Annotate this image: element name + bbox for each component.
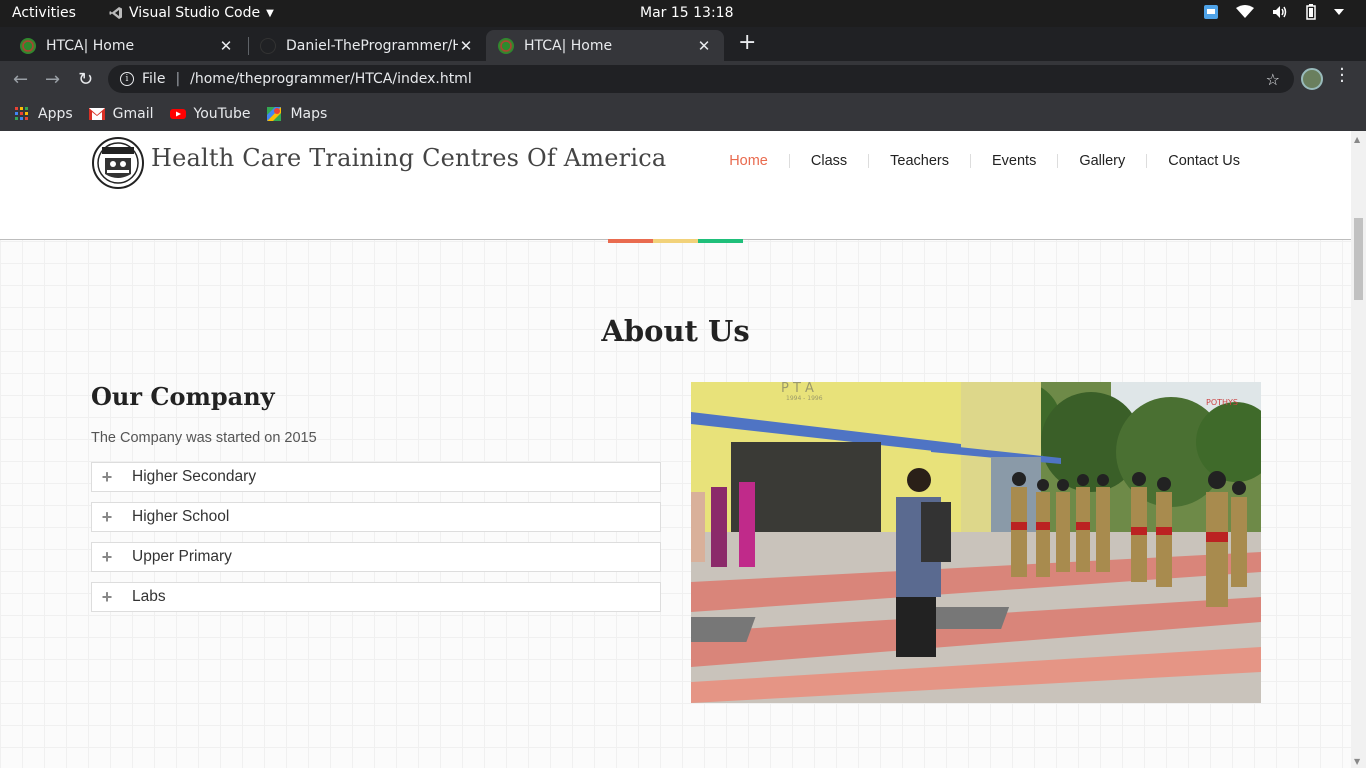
chevron-down-icon <box>1334 9 1344 15</box>
reload-icon[interactable]: ↻ <box>78 69 93 90</box>
tab-htca-home-active[interactable]: HTCA| Home ✕ <box>486 30 724 61</box>
nav-gallery[interactable]: Gallery <box>1057 154 1146 168</box>
activities-button[interactable]: Activities <box>12 5 76 21</box>
nav-contact-us[interactable]: Contact Us <box>1146 154 1261 168</box>
photo-sign-years: 1994 - 1996 <box>786 395 823 402</box>
company-text: The Company was started on 2015 <box>91 430 317 446</box>
omnibox-divider: | <box>175 71 181 87</box>
nav-events[interactable]: Events <box>969 154 1057 168</box>
info-icon[interactable]: i <box>120 72 134 86</box>
bookmark-label: Gmail <box>112 106 154 122</box>
bookmark-maps[interactable]: Maps <box>266 106 327 122</box>
tab-strip: HTCA| Home ✕ Daniel-TheProgrammer/H ✕ HT… <box>0 27 1366 61</box>
plus-icon: + <box>101 586 113 607</box>
wifi-icon <box>1236 5 1254 18</box>
close-icon[interactable]: ✕ <box>218 37 234 55</box>
clock[interactable]: Mar 15 13:18 <box>640 5 733 21</box>
gmail-icon <box>88 108 105 120</box>
chrome-remote-icon <box>1204 5 1218 19</box>
bookmark-youtube[interactable]: YouTube <box>169 106 251 122</box>
school-photo-illustration: P T A 1994 - 1996 POTHYS <box>691 382 1261 703</box>
accordion-label: Higher Secondary <box>132 468 257 485</box>
nav-class[interactable]: Class <box>788 154 868 168</box>
address-bar[interactable]: i File | /home/theprogrammer/HTCA/index.… <box>108 65 1294 93</box>
github-icon <box>260 37 276 54</box>
accent-bar-yellow <box>653 239 698 243</box>
nav-home[interactable]: Home <box>708 154 789 169</box>
site-title[interactable]: Health Care Training Centres Of America <box>151 144 666 172</box>
app-name: Visual Studio Code <box>129 5 261 21</box>
page-viewport: Health Care Training Centres Of America … <box>0 131 1366 768</box>
school-photo: P T A 1994 - 1996 POTHYS <box>691 382 1261 703</box>
scroll-down-arrow-icon[interactable]: ▼ <box>1354 757 1360 766</box>
menu-kebab-icon[interactable]: · · · <box>1337 61 1347 91</box>
tab-htca-home-1[interactable]: HTCA| Home ✕ <box>8 30 246 61</box>
company-heading: Our Company <box>91 382 275 411</box>
plus-icon: + <box>101 546 113 567</box>
htca-favicon-icon <box>20 37 36 54</box>
site-nav: Home Class Teachers Events Gallery Conta… <box>708 154 1261 169</box>
new-tab-plus-icon[interactable]: + <box>738 30 756 55</box>
chevron-down-icon: ▼ <box>266 7 274 19</box>
browser-toolbar: ← → ↻ i File | /home/theprogrammer/HTCA/… <box>0 61 1366 97</box>
accordion-upper-primary[interactable]: + Upper Primary <box>91 542 661 572</box>
nav-teachers[interactable]: Teachers <box>868 154 970 168</box>
tab-title: Daniel-TheProgrammer/H <box>286 37 458 54</box>
battery-icon <box>1306 4 1316 20</box>
bookmark-gmail[interactable]: Gmail <box>88 106 154 122</box>
bookmarks-bar: Apps Gmail YouTube Maps <box>0 97 1366 131</box>
site-header: Health Care Training Centres Of America … <box>0 131 1351 195</box>
accordion-label: Higher School <box>132 508 230 525</box>
page-scrollbar[interactable]: ▲ ▼ <box>1351 131 1366 768</box>
accordion-label: Upper Primary <box>132 548 232 565</box>
tab-title: HTCA| Home <box>524 37 613 54</box>
system-top-bar: Activities Visual Studio Code ▼ Mar 15 1… <box>0 0 1366 27</box>
bookmark-label: YouTube <box>193 106 251 122</box>
accordion-higher-school[interactable]: + Higher School <box>91 502 661 532</box>
header-band <box>0 195 1351 240</box>
bookmark-label: Apps <box>38 106 73 122</box>
forward-arrow-icon[interactable]: → <box>45 69 60 90</box>
accent-bar-green <box>698 239 743 243</box>
accordion-labs[interactable]: + Labs <box>91 582 661 612</box>
accordion-higher-secondary[interactable]: + Higher Secondary <box>91 462 661 492</box>
tab-github[interactable]: Daniel-TheProgrammer/H ✕ <box>248 30 486 61</box>
bookmark-star-icon[interactable]: ☆ <box>1266 70 1280 89</box>
system-tray[interactable] <box>1204 4 1344 20</box>
url-text[interactable]: /home/theprogrammer/HTCA/index.html <box>190 71 472 87</box>
scheme-label: File <box>142 71 166 87</box>
accordion-label: Labs <box>132 588 166 605</box>
photo-sign-text: P T A <box>781 382 814 396</box>
app-menu[interactable]: Visual Studio Code ▼ <box>109 5 274 21</box>
bookmark-apps[interactable]: Apps <box>14 106 73 122</box>
accent-bar-red <box>608 239 653 243</box>
tab-title: HTCA| Home <box>46 37 135 54</box>
profile-avatar[interactable] <box>1301 68 1323 90</box>
plus-icon: + <box>101 466 113 487</box>
scroll-up-arrow-icon[interactable]: ▲ <box>1354 135 1360 144</box>
about-heading: About Us <box>601 314 750 348</box>
volume-icon <box>1273 6 1287 18</box>
photo-watermark: POTHYS <box>1206 398 1238 407</box>
back-arrow-icon[interactable]: ← <box>13 69 28 90</box>
close-icon[interactable]: ✕ <box>696 37 712 55</box>
scrollbar-thumb[interactable] <box>1354 218 1363 300</box>
bookmark-label: Maps <box>290 106 328 122</box>
vscode-icon <box>109 7 122 19</box>
htca-logo[interactable] <box>91 136 145 190</box>
youtube-icon <box>169 109 186 119</box>
plus-icon: + <box>101 506 113 527</box>
maps-icon <box>267 107 282 121</box>
htca-favicon-icon <box>498 37 514 54</box>
apps-grid-icon <box>15 107 28 120</box>
close-icon[interactable]: ✕ <box>458 37 474 55</box>
